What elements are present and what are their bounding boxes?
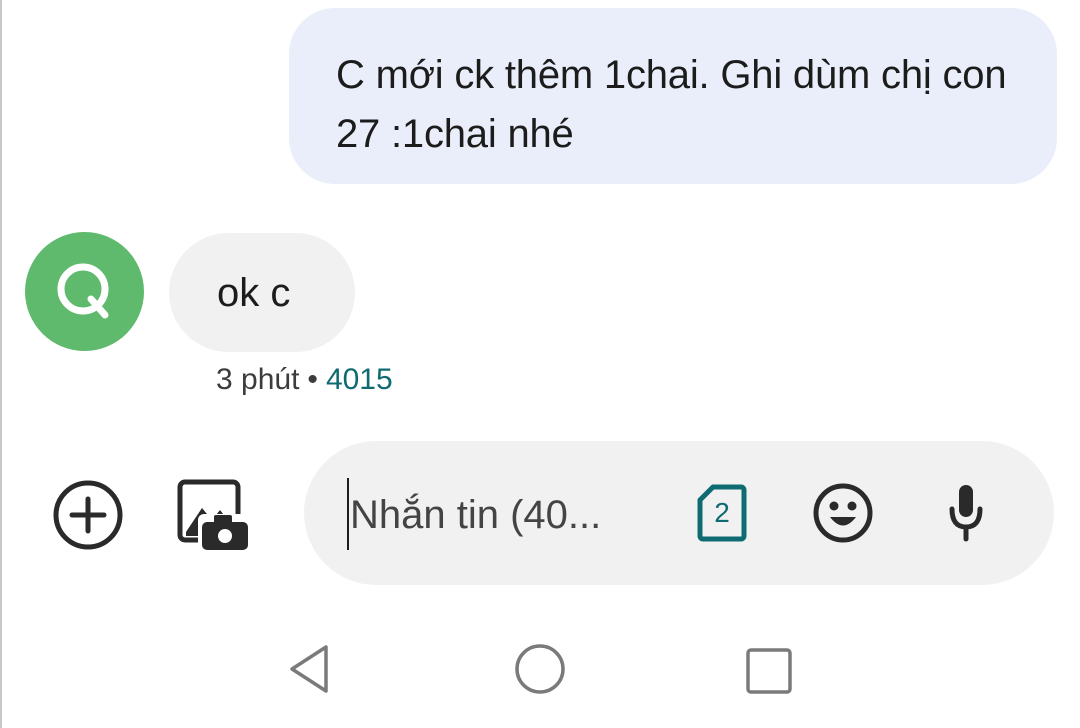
text-caret [347, 478, 349, 550]
outgoing-message-text: C mới ck thêm 1chai. Ghi dùm chị con 27 … [336, 53, 1007, 156]
home-button[interactable] [514, 643, 566, 695]
emoji-icon [813, 483, 873, 543]
incoming-message-bubble[interactable]: ok c [169, 233, 355, 352]
window-edge [0, 0, 2, 728]
sim-select-button[interactable]: 2 [697, 483, 747, 543]
outgoing-message-bubble[interactable]: C mới ck thêm 1chai. Ghi dùm chị con 27 … [289, 8, 1057, 184]
message-composer[interactable]: Nhắn tin (40... 2 [304, 441, 1054, 585]
message-meta: 3 phút • 4015 [216, 362, 393, 398]
contact-avatar[interactable] [25, 232, 144, 351]
emoji-button[interactable] [812, 482, 874, 544]
gallery-camera-button[interactable] [176, 478, 252, 554]
home-circle-icon [515, 644, 565, 694]
add-attachment-button[interactable] [52, 479, 124, 551]
microphone-icon [949, 485, 983, 542]
message-sim-label: 4015 [325, 363, 393, 396]
incoming-message-text: ok c [217, 271, 291, 315]
back-button[interactable] [288, 643, 332, 695]
recents-square-icon [746, 648, 792, 694]
recents-button[interactable] [745, 647, 793, 695]
gallery-camera-icon [177, 479, 250, 552]
message-time: 3 phút [216, 363, 300, 396]
add-circle-icon [53, 480, 123, 550]
back-triangle-icon [290, 645, 328, 693]
sim-slot-number: 2 [714, 497, 730, 528]
message-input[interactable]: Nhắn tin (40... [350, 493, 601, 537]
avatar-letter-glyph [57, 263, 109, 319]
meta-separator: • [307, 363, 318, 396]
voice-input-button[interactable] [946, 481, 986, 545]
